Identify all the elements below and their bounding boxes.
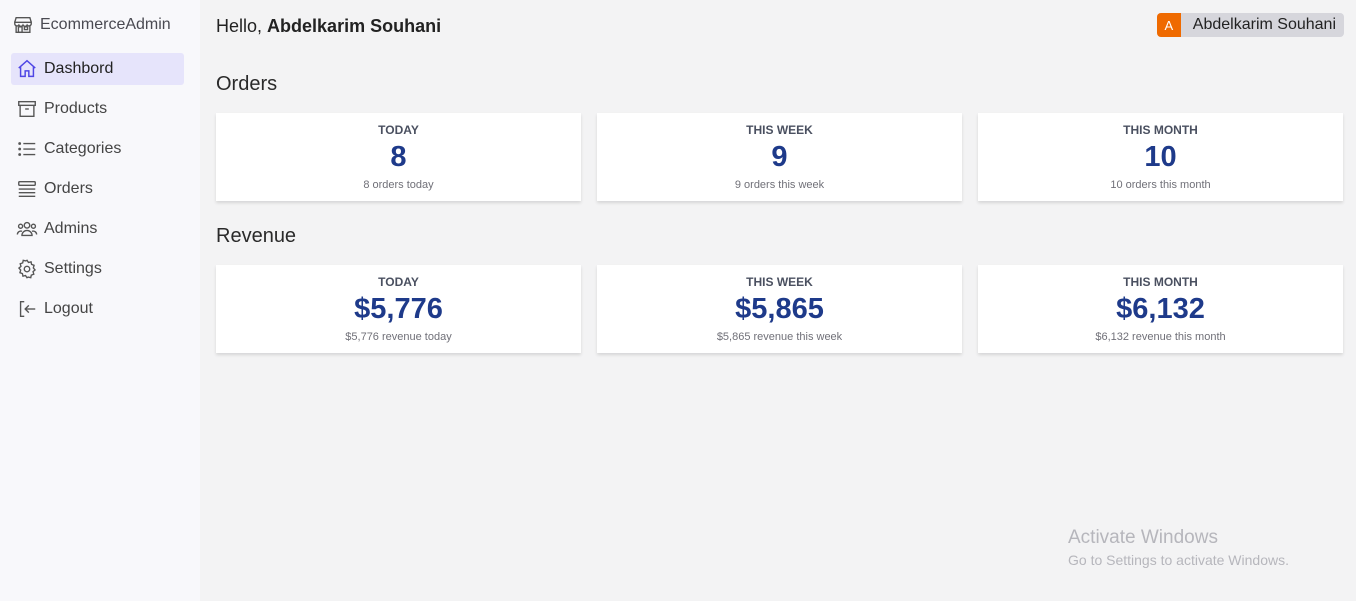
sidebar-item-categories[interactable]: Categories bbox=[11, 133, 184, 165]
sidebar-item-orders[interactable]: Orders bbox=[11, 173, 184, 205]
watermark-subtitle: Go to Settings to activate Windows. bbox=[1068, 552, 1289, 568]
sidebar-item-products[interactable]: Products bbox=[11, 93, 184, 125]
card-label: TODAY bbox=[378, 275, 419, 289]
card-subtext: 8 orders today bbox=[363, 179, 434, 191]
sidebar-item-label: Categories bbox=[44, 140, 122, 157]
list-icon bbox=[18, 142, 36, 156]
sidebar-item-logout[interactable]: Logout bbox=[11, 293, 184, 325]
archive-box-icon bbox=[18, 100, 36, 118]
revenue-section-title: Revenue bbox=[216, 225, 297, 247]
revenue-month-card: THIS MONTH $6,132 $6,132 revenue this mo… bbox=[978, 265, 1343, 353]
user-name: Abdelkarim Souhani bbox=[1192, 16, 1336, 33]
watermark-title: Activate Windows bbox=[1068, 527, 1218, 548]
card-subtext: 9 orders this week bbox=[734, 179, 825, 191]
card-subtext: $5,865 revenue this week bbox=[716, 331, 843, 343]
users-icon bbox=[16, 221, 38, 237]
sidebar-item-label: Products bbox=[44, 100, 108, 117]
revenue-today-card: TODAY $5,776 $5,776 revenue today bbox=[216, 265, 581, 353]
card-value: 10 bbox=[1144, 141, 1177, 173]
sidebar-nav: Dashbord Products Categories Orders Admi… bbox=[11, 53, 184, 333]
gear-icon bbox=[17, 259, 37, 279]
card-label: THIS MONTH bbox=[1123, 275, 1198, 289]
greeting-prefix: Hello, bbox=[216, 16, 263, 36]
card-value: $5,776 bbox=[354, 293, 443, 325]
orders-week-card: THIS WEEK 9 9 orders this week bbox=[597, 113, 962, 201]
sidebar-item-label: Logout bbox=[44, 300, 93, 317]
greeting-user-name: Abdelkarim Souhani bbox=[267, 16, 442, 36]
sidebar-item-label: Orders bbox=[44, 180, 93, 197]
avatar: A bbox=[1156, 13, 1181, 37]
orders-cards: TODAY 8 8 orders today THIS WEEK 9 9 ord… bbox=[216, 113, 1343, 201]
sidebar-item-admins[interactable]: Admins bbox=[11, 213, 184, 245]
store-icon bbox=[14, 16, 32, 34]
card-value: $5,865 bbox=[735, 293, 824, 325]
logout-icon bbox=[19, 300, 36, 318]
revenue-cards: TODAY $5,776 $5,776 revenue today THIS W… bbox=[216, 265, 1343, 353]
home-icon bbox=[18, 59, 36, 78]
card-value: 8 bbox=[390, 141, 407, 173]
activate-windows-watermark: Activate Windows Go to Settings to activ… bbox=[1068, 527, 1289, 568]
card-value: $6,132 bbox=[1116, 293, 1205, 325]
card-subtext: 10 orders this month bbox=[1110, 179, 1211, 191]
app-logo[interactable]: EcommerceAdmin bbox=[12, 14, 171, 36]
app-title: EcommerceAdmin bbox=[40, 16, 171, 33]
revenue-week-card: THIS WEEK $5,865 $5,865 revenue this wee… bbox=[597, 265, 962, 353]
main-content: Hello, Abdelkarim Souhani A Abdelkarim S… bbox=[216, 0, 1356, 601]
card-label: THIS MONTH bbox=[1123, 123, 1198, 137]
sidebar-item-label: Dashbord bbox=[44, 60, 114, 77]
card-label: THIS WEEK bbox=[746, 275, 813, 289]
user-menu[interactable]: A Abdelkarim Souhani bbox=[1156, 13, 1344, 37]
card-subtext: $5,776 revenue today bbox=[345, 331, 452, 343]
sidebar-item-dashboard[interactable]: Dashbord bbox=[11, 53, 184, 85]
queue-list-icon bbox=[18, 180, 36, 198]
greeting: Hello, Abdelkarim Souhani bbox=[216, 16, 441, 37]
card-label: TODAY bbox=[378, 123, 419, 137]
sidebar-item-label: Settings bbox=[44, 260, 102, 277]
sidebar-item-label: Admins bbox=[44, 220, 98, 237]
card-label: THIS WEEK bbox=[746, 123, 813, 137]
sidebar-item-settings[interactable]: Settings bbox=[11, 253, 184, 285]
orders-month-card: THIS MONTH 10 10 orders this month bbox=[978, 113, 1343, 201]
orders-today-card: TODAY 8 8 orders today bbox=[216, 113, 581, 201]
card-value: 9 bbox=[771, 141, 788, 173]
sidebar: EcommerceAdmin Dashbord Products Categor… bbox=[0, 0, 200, 601]
card-subtext: $6,132 revenue this month bbox=[1095, 331, 1226, 343]
orders-section-title: Orders bbox=[216, 73, 278, 95]
